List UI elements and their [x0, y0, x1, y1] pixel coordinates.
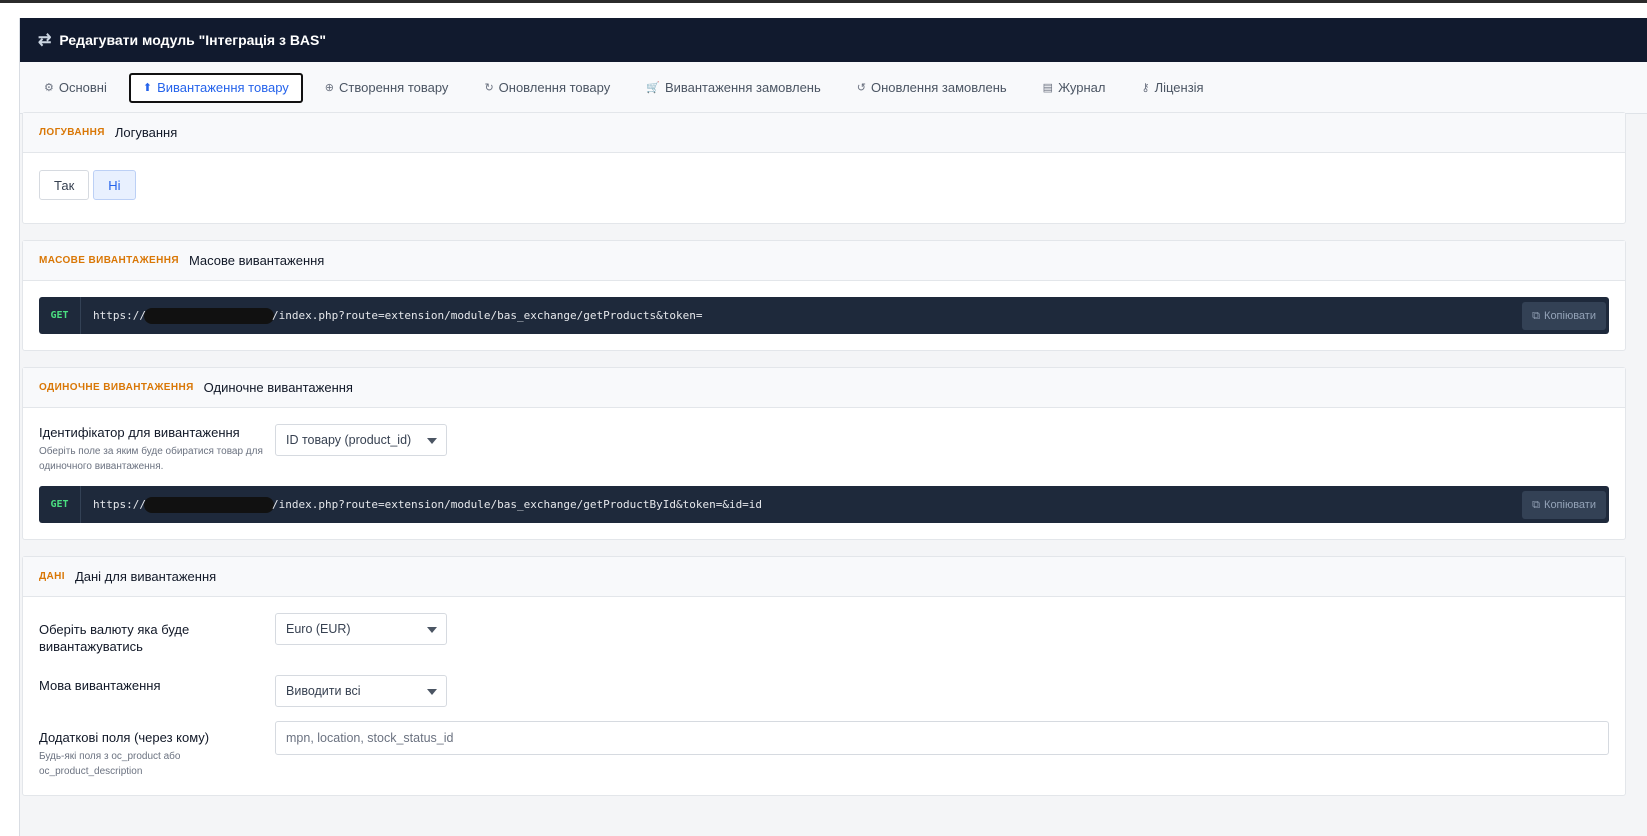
- url-path: /index.php?route=extension/module/bas_ex…: [271, 308, 703, 322]
- logging-yes-button[interactable]: Так: [39, 170, 90, 200]
- url-path: /index.php?route=extension/module/bas_ex…: [271, 497, 763, 511]
- caret-down-icon: [427, 627, 437, 633]
- endpoint-bar: GET https:// /index.php?route=extension/m…: [39, 297, 1609, 334]
- identifier-select[interactable]: ID товару (product_id): [275, 424, 447, 456]
- bulk-export-card: МАСОВЕ ВИВАНТАЖЕННЯ Масове вивантаження …: [22, 240, 1626, 351]
- endpoint-url[interactable]: https:// /index.php?route=extension/modul…: [81, 496, 763, 513]
- cart-icon: 🛒: [646, 82, 660, 94]
- redacted-domain: [143, 496, 274, 513]
- endpoint-bar: GET https:// /index.php?route=extension/m…: [39, 486, 1609, 523]
- identifier-row: Ідентифікатор для вивантаження Оберіть п…: [39, 424, 1609, 474]
- caret-down-icon: [427, 689, 437, 695]
- card-header: МАСОВЕ ВИВАНТАЖЕННЯ Масове вивантаження: [23, 241, 1625, 281]
- card-title: Логування: [114, 125, 178, 140]
- tab-label: Журнал: [1058, 80, 1106, 95]
- card-body: Ідентифікатор для вивантаження Оберіть п…: [23, 408, 1625, 539]
- url-prefix: https://: [93, 308, 146, 322]
- upload-icon: ⬆: [142, 82, 153, 94]
- field-help: Будь-які поля з oc_product або oc_produc…: [39, 751, 181, 777]
- logging-no-button[interactable]: Ні: [93, 170, 136, 200]
- field-help: Оберіть поле за яким буде обиратися това…: [39, 446, 263, 472]
- card-header: ЛОГУВАННЯ Логування: [23, 113, 1625, 153]
- copy-button[interactable]: ⧉ Копіювати: [1522, 491, 1606, 519]
- tab-log[interactable]: ▤ Журнал: [1029, 73, 1120, 103]
- tab-label: Оновлення товару: [498, 80, 611, 95]
- url-prefix: https://: [93, 497, 146, 511]
- single-export-card: ОДИНОЧНЕ ВИВАНТАЖЕННЯ Одиночне вивантаже…: [22, 367, 1626, 540]
- card-kicker: МАСОВЕ ВИВАНТАЖЕННЯ: [39, 255, 179, 266]
- tab-product-update[interactable]: ↻ Оновлення товару: [470, 73, 624, 103]
- field-label: Ідентифікатор для вивантаження: [39, 425, 240, 440]
- key-icon: ⚷: [1141, 82, 1150, 94]
- card-header: ОДИНОЧНЕ ВИВАНТАЖЕННЯ Одиночне вивантаже…: [23, 368, 1625, 408]
- tab-content: ЛОГУВАННЯ Логування Так Ні МАСОВЕ ВИВАНТ…: [22, 112, 1626, 812]
- file-icon: ▤: [1042, 82, 1054, 94]
- card-kicker: ЛОГУВАННЯ: [39, 127, 105, 138]
- card-title: Масове вивантаження: [188, 253, 325, 268]
- card-title: Одиночне вивантаження: [203, 380, 353, 395]
- copy-button[interactable]: ⧉ Копіювати: [1522, 302, 1606, 330]
- tab-license[interactable]: ⚷ Ліцензія: [1128, 73, 1218, 103]
- redacted-domain: [143, 307, 274, 324]
- card-kicker: ДАНІ: [39, 571, 65, 582]
- tab-label: Вивантаження товару: [157, 80, 289, 95]
- card-title: Дані для вивантаження: [74, 569, 217, 584]
- tab-label: Оновлення замовлень: [870, 80, 1007, 95]
- tab-label: Вивантаження замовлень: [664, 80, 821, 95]
- window-top-border: [0, 0, 1647, 3]
- currency-label: Оберіть валюту яка буде вивантажуватись: [39, 613, 275, 655]
- language-select[interactable]: Виводити всі: [275, 675, 447, 707]
- card-body: Оберіть валюту яка буде вивантажуватись …: [23, 597, 1625, 795]
- http-method: GET: [39, 486, 81, 523]
- tab-label: Створення товару: [339, 80, 449, 95]
- select-value: Euro (EUR): [286, 622, 351, 636]
- input-placeholder: mpn, location, stock_status_id: [286, 731, 454, 745]
- extra-fields-label: Додаткові поля (через кому) Будь-які пол…: [39, 721, 275, 779]
- export-data-card: ДАНІ Дані для вивантаження Оберіть валют…: [22, 556, 1626, 796]
- tab-orders-update[interactable]: ↺ Оновлення замовлень: [843, 73, 1021, 103]
- select-value: ID товару (product_id): [286, 433, 412, 447]
- tab-orders-export[interactable]: 🛒 Вивантаження замовлень: [632, 73, 835, 103]
- panel-title: Редагувати модуль "Інтеграція з BAS": [59, 32, 327, 48]
- card-body: GET https:// /index.php?route=extension/m…: [23, 281, 1625, 350]
- copy-icon: ⧉: [1532, 498, 1541, 511]
- copy-icon: ⧉: [1532, 309, 1541, 322]
- plus-circle-icon: ⊕: [324, 82, 335, 94]
- endpoint-url[interactable]: https:// /index.php?route=extension/modul…: [81, 307, 703, 324]
- extra-fields-row: Додаткові поля (через кому) Будь-які пол…: [39, 721, 1609, 779]
- http-method: GET: [39, 297, 81, 334]
- copy-label: Копіювати: [1544, 310, 1596, 322]
- select-value: Виводити всі: [286, 684, 361, 698]
- tab-label: Ліцензія: [1154, 80, 1204, 95]
- currency-select[interactable]: Euro (EUR): [275, 613, 447, 645]
- language-row: Мова вивантаження Виводити всі: [39, 675, 1609, 707]
- tab-product-create[interactable]: ⊕ Створення товару: [311, 73, 463, 103]
- card-kicker: ОДИНОЧНЕ ВИВАНТАЖЕННЯ: [39, 382, 194, 393]
- panel-header: ⇄ Редагувати модуль "Інтеграція з BAS": [20, 18, 1647, 62]
- caret-down-icon: [427, 438, 437, 444]
- identifier-label: Ідентифікатор для вивантаження Оберіть п…: [39, 424, 275, 474]
- tab-product-export[interactable]: ⬆ Вивантаження товару: [128, 72, 303, 103]
- currency-row: Оберіть валюту яка буде вивантажуватись …: [39, 613, 1609, 655]
- field-label: Оберіть валюту яка буде вивантажуватись: [39, 622, 190, 654]
- field-label: Мова вивантаження: [39, 678, 161, 693]
- logging-toggle: Так Ні: [39, 170, 1609, 200]
- tab-bar: ⚙ Основні ⬆ Вивантаження товару ⊕ Створення…: [20, 62, 1647, 114]
- history-icon: ↺: [856, 82, 866, 94]
- field-label: Додаткові поля (через кому): [39, 730, 210, 745]
- card-header: ДАНІ Дані для вивантаження: [23, 557, 1625, 597]
- language-label: Мова вивантаження: [39, 675, 275, 694]
- extra-fields-input[interactable]: mpn, location, stock_status_id: [275, 721, 1609, 755]
- refresh-icon: ↻: [484, 82, 494, 94]
- logging-card: ЛОГУВАННЯ Логування Так Ні: [22, 112, 1626, 224]
- tab-label: Основні: [58, 80, 107, 95]
- gear-icon: ⚙: [44, 82, 54, 94]
- copy-label: Копіювати: [1544, 499, 1596, 511]
- exchange-icon: ⇄: [38, 32, 52, 49]
- card-body: Так Ні: [23, 153, 1625, 223]
- tab-basic[interactable]: ⚙ Основні: [30, 73, 121, 103]
